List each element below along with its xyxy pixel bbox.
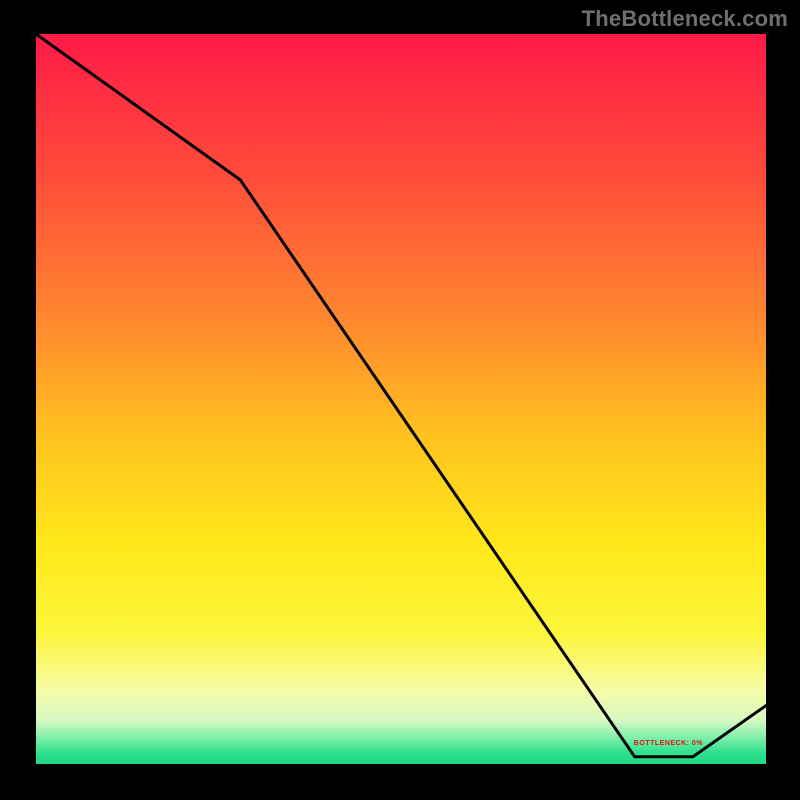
chart-stage: TheBottleneck.com BOTTLENECK: 0% xyxy=(0,0,800,800)
chart-background xyxy=(36,34,766,764)
watermark-text: TheBottleneck.com xyxy=(582,6,788,32)
chart-svg xyxy=(36,34,766,764)
plot-frame: BOTTLENECK: 0% xyxy=(32,30,770,768)
